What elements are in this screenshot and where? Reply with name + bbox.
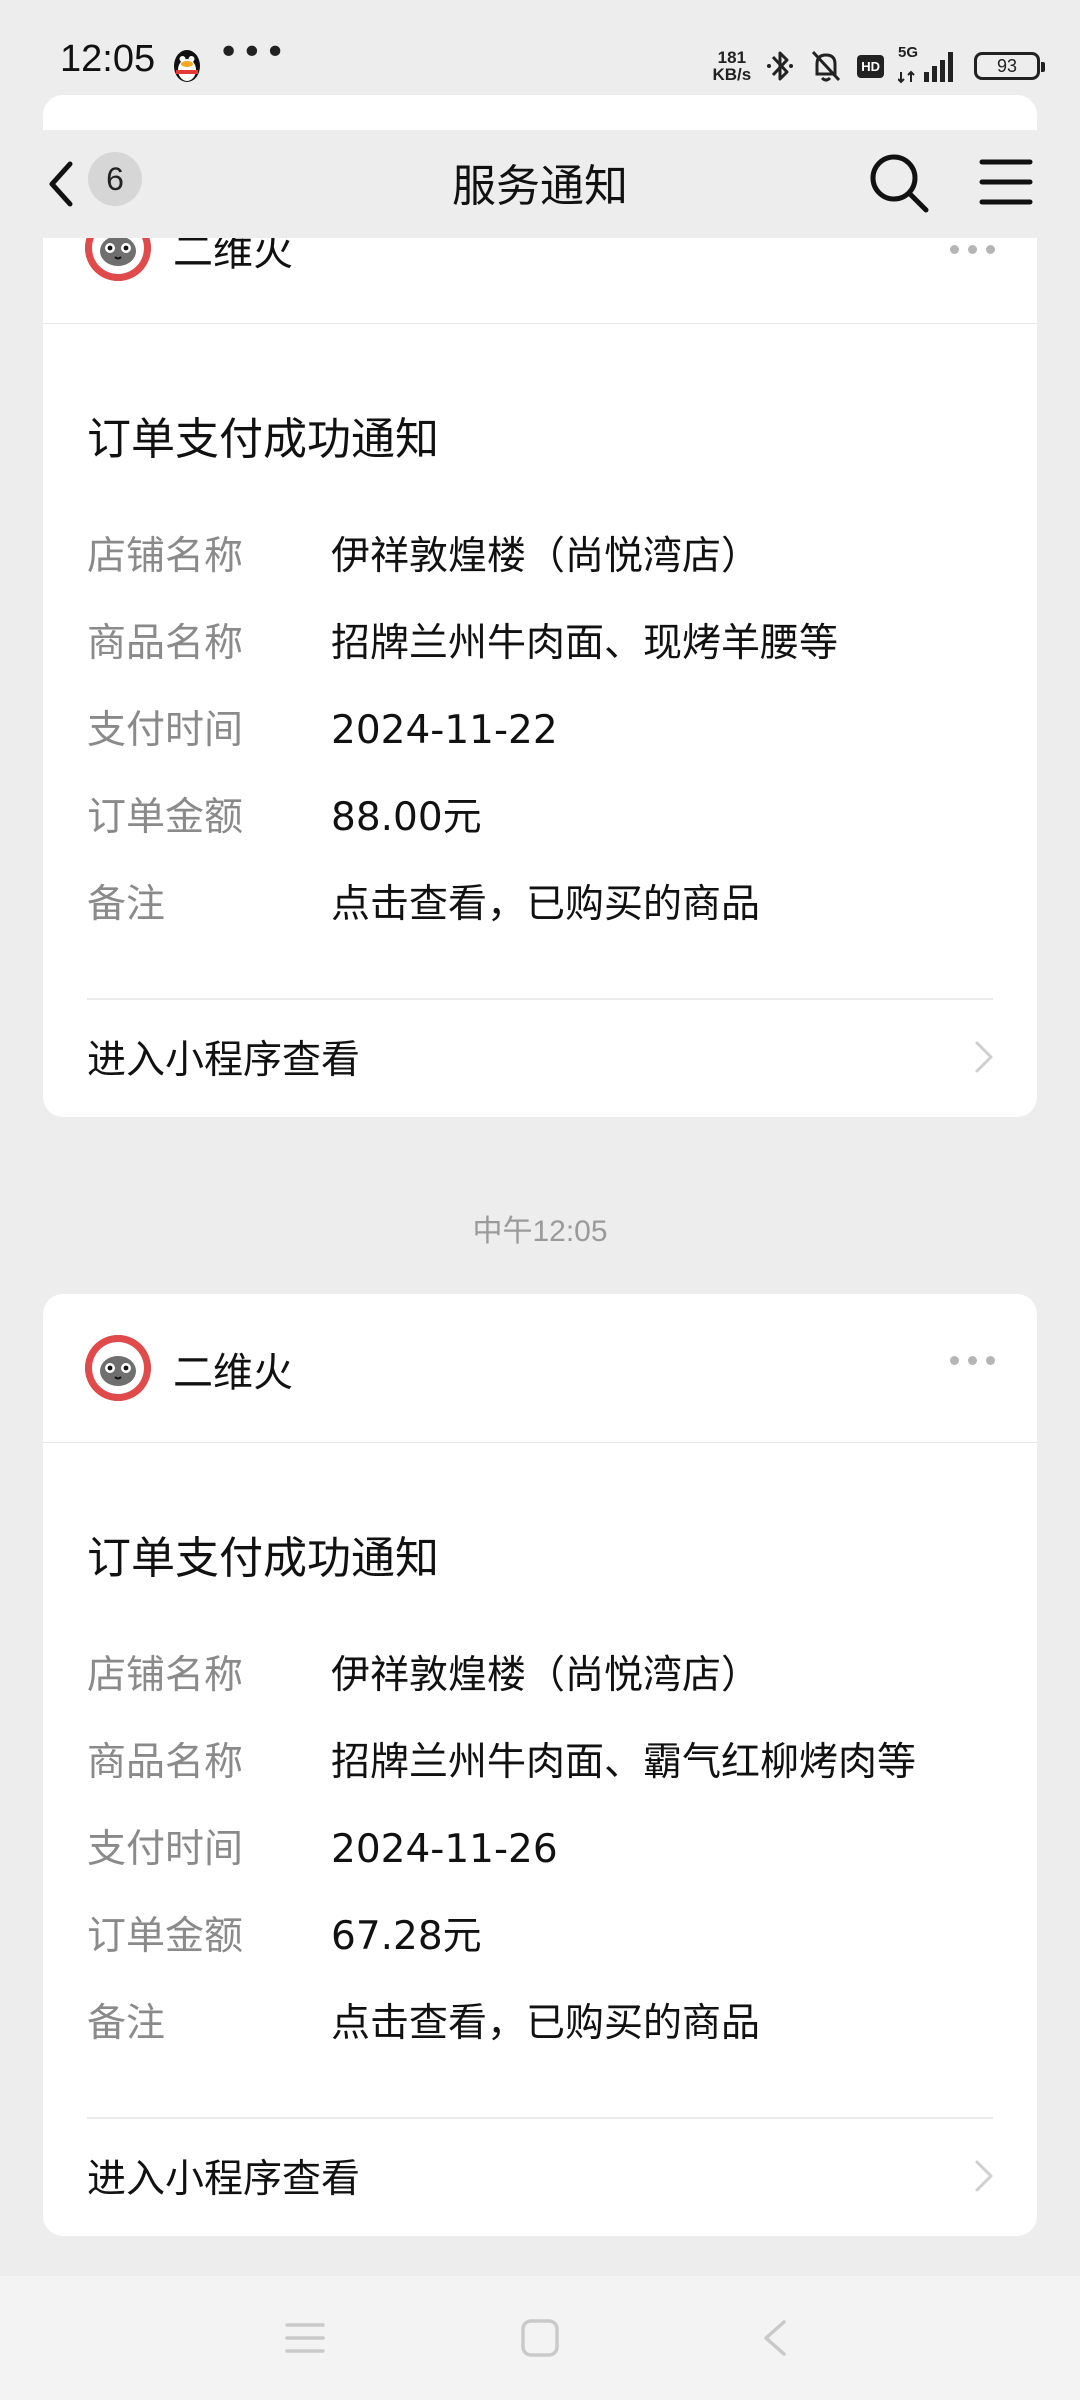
nav-back-icon[interactable] [760,2318,790,2358]
field-value: 招牌兰州牛肉面、霸气红柳烤肉等 [331,1740,917,1785]
field-label: 支付时间 [87,708,244,753]
field-value: 2024-11-22 [331,708,558,753]
hd-badge: HD [857,54,884,78]
qq-penguin-icon [174,50,200,82]
status-icons: 181 KB/s HD 5G 93 [712,44,1045,86]
network-speed: 181 KB/s [712,49,751,83]
link-label: 进入小程序查看 [87,1038,361,1083]
chevron-right-icon [975,2160,993,2192]
field-label: 商品名称 [87,621,244,666]
menu-icon[interactable] [978,154,1034,210]
open-mini-program-link[interactable]: 进入小程序查看 [43,999,1037,1117]
more-icon[interactable] [950,245,995,254]
field-label: 订单金额 [87,795,244,840]
open-mini-program-link[interactable]: 进入小程序查看 [43,2118,1037,2236]
field-label: 订单金额 [87,1914,244,1959]
net-speed-unit: KB/s [712,65,752,84]
status-time: 12:05 [60,38,156,80]
field-value: 伊祥敦煌楼（尚悦湾店） [331,1653,761,1698]
field-value: 点击查看，已购买的商品 [331,882,761,927]
field-value: 2024-11-26 [331,1827,558,1872]
nav-home-icon[interactable] [520,2318,560,2358]
field-label: 店铺名称 [87,1653,244,1698]
nav-bar: 6 服务通知 [0,130,1080,238]
more-icon[interactable] [950,1356,995,1365]
more-icon: ••• [218,32,288,73]
battery-indicator: 93 [974,52,1045,80]
link-label: 进入小程序查看 [87,2157,361,2202]
card-header: 二维火 [43,1294,1037,1443]
notification-card[interactable]: 二维火 订单支付成功通知 店铺名称 伊祥敦煌楼（尚悦湾店） 商品名称 招牌兰州牛… [43,1294,1037,2236]
field-value: 伊祥敦煌楼（尚悦湾店） [331,534,761,579]
field-value: 88.00元 [331,795,482,840]
bluetooth-icon [767,51,794,81]
avatar-image [85,1335,151,1401]
avatar[interactable] [85,1335,151,1401]
search-icon[interactable] [866,150,932,216]
field-value: 点击查看，已购买的商品 [331,2001,761,2046]
field-label: 店铺名称 [87,534,244,579]
signal-indicator: 5G [898,44,960,86]
chevron-right-icon [975,1041,993,1073]
sender-name: 二维火 [173,1350,293,1396]
signal-icon [898,52,953,84]
net-speed-value: 181 [717,48,747,67]
system-navigation-bar [0,2276,1080,2400]
message-timestamp: 中午12:05 [472,1215,608,1248]
mute-bell-icon [812,50,841,82]
card-title: 订单支付成功通知 [87,414,439,465]
card-title: 订单支付成功通知 [87,1533,439,1584]
field-label: 备注 [87,882,166,927]
field-value: 招牌兰州牛肉面、现烤羊腰等 [331,621,839,666]
field-value: 67.28元 [331,1914,482,1959]
field-label: 商品名称 [87,1740,244,1785]
nav-recents-icon[interactable] [284,2320,326,2356]
field-label: 备注 [87,2001,166,2046]
field-label: 支付时间 [87,1827,244,1872]
screen: 12:05 ••• 181 KB/s HD 5G 93 6 服务通知 二维火 订… [0,0,1080,2400]
notification-card[interactable]: 二维火 订单支付成功通知 店铺名称 伊祥敦煌楼（尚悦湾店） 商品名称 招牌兰州牛… [43,95,1037,1117]
